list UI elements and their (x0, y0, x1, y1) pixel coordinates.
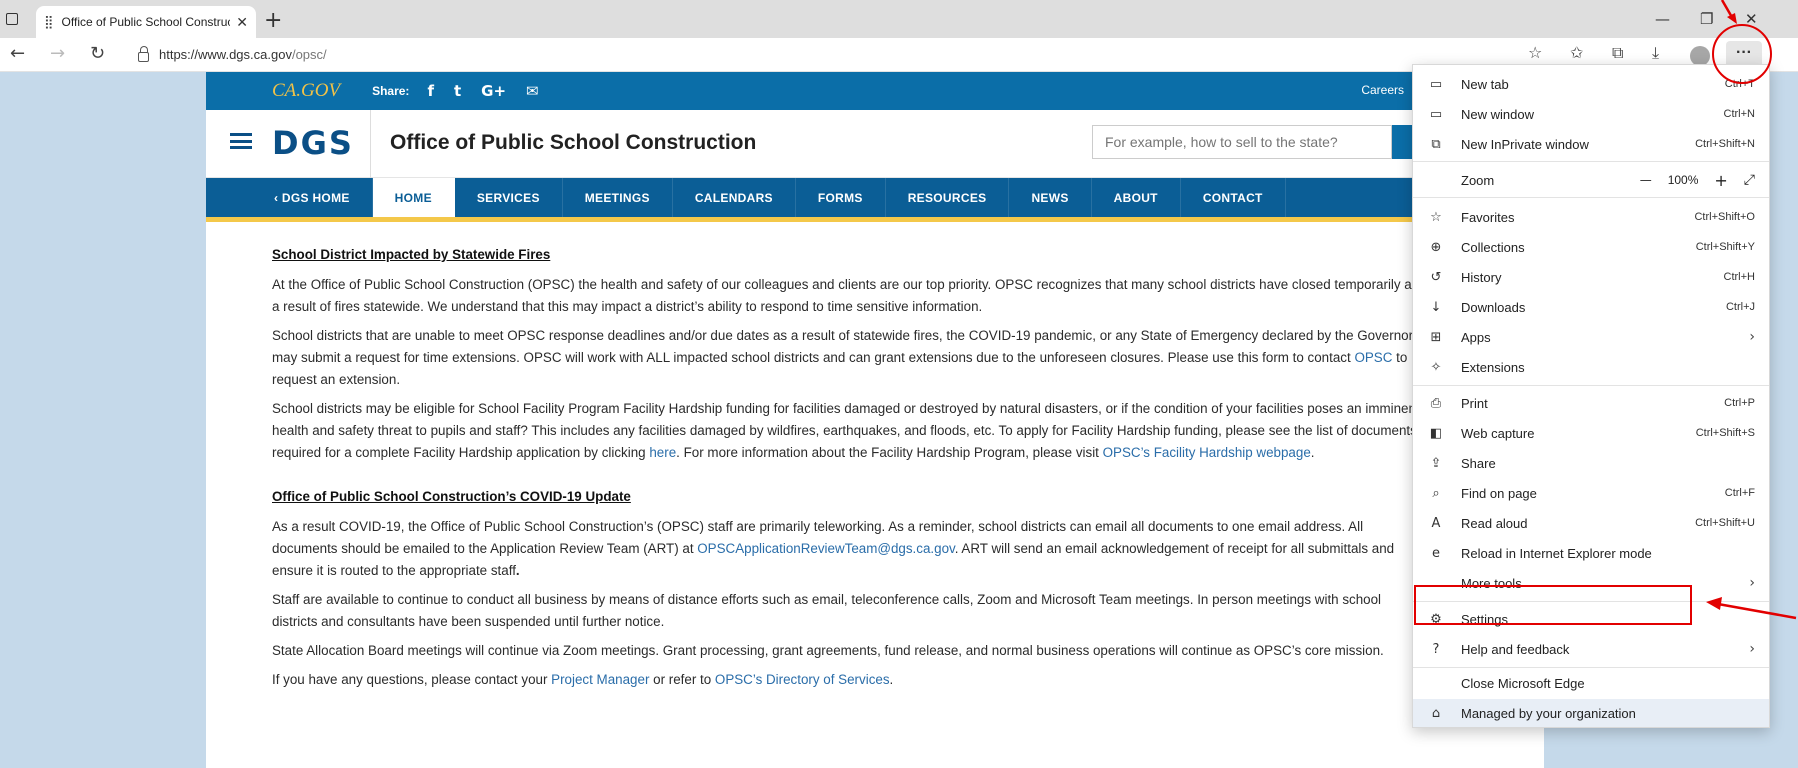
annotation-arrowhead-top (1727, 13, 1737, 24)
annotation-arrowhead-right (1706, 597, 1722, 610)
annotation-arrows (1706, 0, 1797, 620)
annotation-arrow-right (1717, 602, 1797, 620)
